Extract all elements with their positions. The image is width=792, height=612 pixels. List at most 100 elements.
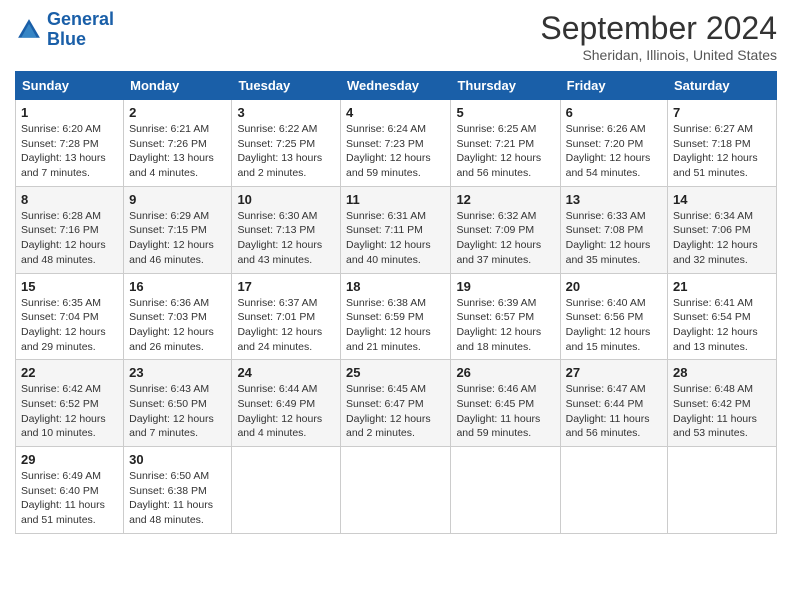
calendar-cell: 6Sunrise: 6:26 AMSunset: 7:20 PMDaylight… — [560, 100, 667, 187]
calendar-cell: 14 Sunrise: 6:34 AMSunset: 7:06 PMDayligh… — [668, 186, 777, 273]
calendar-cell — [341, 447, 451, 534]
day-info: Sunrise: 6:20 AMSunset: 7:28 PMDaylight:… — [21, 122, 118, 181]
day-number: 16 — [129, 279, 226, 294]
week-row-1: 1 Sunrise: 6:20 AMSunset: 7:28 PMDaylight… — [16, 100, 777, 187]
title-block: September 2024 Sheridan, Illinois, Unite… — [540, 10, 777, 63]
day-info: Sunrise: 6:33 AMSunset: 7:08 PMDaylight:… — [566, 209, 662, 268]
day-number: 15 — [21, 279, 118, 294]
day-info: Sunrise: 6:50 AMSunset: 6:38 PMDaylight:… — [129, 469, 226, 528]
day-number: 4 — [346, 105, 445, 120]
calendar-cell: 13 Sunrise: 6:33 AMSunset: 7:08 PMDayligh… — [560, 186, 667, 273]
calendar-cell: 2Sunrise: 6:21 AMSunset: 7:26 PMDaylight… — [124, 100, 232, 187]
calendar-cell — [560, 447, 667, 534]
week-row-5: 29 Sunrise: 6:49 AMSunset: 6:40 PMDayligh… — [16, 447, 777, 534]
calendar-cell: 23 Sunrise: 6:43 AMSunset: 6:50 PMDayligh… — [124, 360, 232, 447]
calendar-cell: 17 Sunrise: 6:37 AMSunset: 7:01 PMDayligh… — [232, 273, 341, 360]
day-info: Sunrise: 6:22 AMSunset: 7:25 PMDaylight:… — [237, 122, 335, 181]
day-info: Sunrise: 6:28 AMSunset: 7:16 PMDaylight:… — [21, 209, 118, 268]
calendar-cell: 27 Sunrise: 6:47 AMSunset: 6:44 PMDayligh… — [560, 360, 667, 447]
day-number: 30 — [129, 452, 226, 467]
calendar-cell: 5Sunrise: 6:25 AMSunset: 7:21 PMDaylight… — [451, 100, 560, 187]
calendar-cell: 7 Sunrise: 6:27 AMSunset: 7:18 PMDaylight… — [668, 100, 777, 187]
logo-text: General Blue — [47, 10, 114, 50]
calendar-cell: 26 Sunrise: 6:46 AMSunset: 6:45 PMDayligh… — [451, 360, 560, 447]
logo: General Blue — [15, 10, 114, 50]
calendar-cell: 4 Sunrise: 6:24 AMSunset: 7:23 PMDaylight… — [341, 100, 451, 187]
day-number: 3 — [237, 105, 335, 120]
page-header: General Blue September 2024 Sheridan, Il… — [15, 10, 777, 63]
day-info: Sunrise: 6:27 AMSunset: 7:18 PMDaylight:… — [673, 122, 771, 181]
day-info: Sunrise: 6:47 AMSunset: 6:44 PMDaylight:… — [566, 382, 662, 441]
day-number: 6 — [566, 105, 662, 120]
day-number: 29 — [21, 452, 118, 467]
day-info: Sunrise: 6:44 AMSunset: 6:49 PMDaylight:… — [237, 382, 335, 441]
day-info: Sunrise: 6:32 AMSunset: 7:09 PMDaylight:… — [456, 209, 554, 268]
calendar-cell: 30 Sunrise: 6:50 AMSunset: 6:38 PMDayligh… — [124, 447, 232, 534]
calendar-cell: 18 Sunrise: 6:38 AMSunset: 6:59 PMDayligh… — [341, 273, 451, 360]
day-number: 26 — [456, 365, 554, 380]
calendar-cell: 24 Sunrise: 6:44 AMSunset: 6:49 PMDayligh… — [232, 360, 341, 447]
week-row-2: 8Sunrise: 6:28 AMSunset: 7:16 PMDaylight… — [16, 186, 777, 273]
day-number: 11 — [346, 192, 445, 207]
day-info: Sunrise: 6:21 AMSunset: 7:26 PMDaylight:… — [129, 122, 226, 181]
day-info: Sunrise: 6:45 AMSunset: 6:47 PMDaylight:… — [346, 382, 445, 441]
day-number: 17 — [237, 279, 335, 294]
day-info: Sunrise: 6:34 AMSunset: 7:06 PMDaylight:… — [673, 209, 771, 268]
calendar-cell: 21 Sunrise: 6:41 AMSunset: 6:54 PMDayligh… — [668, 273, 777, 360]
day-info: Sunrise: 6:49 AMSunset: 6:40 PMDaylight:… — [21, 469, 118, 528]
logo-line2: Blue — [47, 29, 86, 49]
day-number: 28 — [673, 365, 771, 380]
calendar-cell: 25Sunrise: 6:45 AMSunset: 6:47 PMDayligh… — [341, 360, 451, 447]
day-number: 9 — [129, 192, 226, 207]
weekday-header-wednesday: Wednesday — [341, 72, 451, 100]
weekday-header-thursday: Thursday — [451, 72, 560, 100]
day-number: 7 — [673, 105, 771, 120]
day-info: Sunrise: 6:24 AMSunset: 7:23 PMDaylight:… — [346, 122, 445, 181]
calendar-cell: 19Sunrise: 6:39 AMSunset: 6:57 PMDayligh… — [451, 273, 560, 360]
day-info: Sunrise: 6:38 AMSunset: 6:59 PMDaylight:… — [346, 296, 445, 355]
day-number: 21 — [673, 279, 771, 294]
day-info: Sunrise: 6:29 AMSunset: 7:15 PMDaylight:… — [129, 209, 226, 268]
weekday-header-monday: Monday — [124, 72, 232, 100]
location: Sheridan, Illinois, United States — [540, 47, 777, 63]
day-number: 24 — [237, 365, 335, 380]
weekday-header-tuesday: Tuesday — [232, 72, 341, 100]
weekday-header-saturday: Saturday — [668, 72, 777, 100]
calendar-cell: 11 Sunrise: 6:31 AMSunset: 7:11 PMDayligh… — [341, 186, 451, 273]
calendar-cell: 20 Sunrise: 6:40 AMSunset: 6:56 PMDayligh… — [560, 273, 667, 360]
day-number: 14 — [673, 192, 771, 207]
day-info: Sunrise: 6:46 AMSunset: 6:45 PMDaylight:… — [456, 382, 554, 441]
day-number: 13 — [566, 192, 662, 207]
calendar-cell: 9 Sunrise: 6:29 AMSunset: 7:15 PMDaylight… — [124, 186, 232, 273]
logo-icon — [15, 16, 43, 44]
month-title: September 2024 — [540, 10, 777, 47]
day-info: Sunrise: 6:48 AMSunset: 6:42 PMDaylight:… — [673, 382, 771, 441]
logo-line1: General — [47, 9, 114, 29]
day-number: 23 — [129, 365, 226, 380]
calendar-cell — [451, 447, 560, 534]
day-info: Sunrise: 6:42 AMSunset: 6:52 PMDaylight:… — [21, 382, 118, 441]
calendar-cell: 22 Sunrise: 6:42 AMSunset: 6:52 PMDayligh… — [16, 360, 124, 447]
calendar-cell: 29 Sunrise: 6:49 AMSunset: 6:40 PMDayligh… — [16, 447, 124, 534]
day-number: 27 — [566, 365, 662, 380]
day-info: Sunrise: 6:41 AMSunset: 6:54 PMDaylight:… — [673, 296, 771, 355]
calendar-cell: 1 Sunrise: 6:20 AMSunset: 7:28 PMDaylight… — [16, 100, 124, 187]
day-info: Sunrise: 6:31 AMSunset: 7:11 PMDaylight:… — [346, 209, 445, 268]
day-info: Sunrise: 6:25 AMSunset: 7:21 PMDaylight:… — [456, 122, 554, 181]
day-info: Sunrise: 6:35 AMSunset: 7:04 PMDaylight:… — [21, 296, 118, 355]
calendar-header: SundayMondayTuesdayWednesdayThursdayFrid… — [16, 72, 777, 100]
week-row-3: 15 Sunrise: 6:35 AMSunset: 7:04 PMDayligh… — [16, 273, 777, 360]
day-info: Sunrise: 6:40 AMSunset: 6:56 PMDaylight:… — [566, 296, 662, 355]
day-info: Sunrise: 6:43 AMSunset: 6:50 PMDaylight:… — [129, 382, 226, 441]
day-number: 18 — [346, 279, 445, 294]
calendar-cell: 8Sunrise: 6:28 AMSunset: 7:16 PMDaylight… — [16, 186, 124, 273]
day-info: Sunrise: 6:37 AMSunset: 7:01 PMDaylight:… — [237, 296, 335, 355]
day-number: 20 — [566, 279, 662, 294]
calendar-cell: 15 Sunrise: 6:35 AMSunset: 7:04 PMDayligh… — [16, 273, 124, 360]
day-number: 1 — [21, 105, 118, 120]
calendar-body: 1 Sunrise: 6:20 AMSunset: 7:28 PMDaylight… — [16, 100, 777, 534]
day-number: 22 — [21, 365, 118, 380]
calendar-cell: 3 Sunrise: 6:22 AMSunset: 7:25 PMDaylight… — [232, 100, 341, 187]
week-row-4: 22 Sunrise: 6:42 AMSunset: 6:52 PMDayligh… — [16, 360, 777, 447]
calendar-cell — [232, 447, 341, 534]
